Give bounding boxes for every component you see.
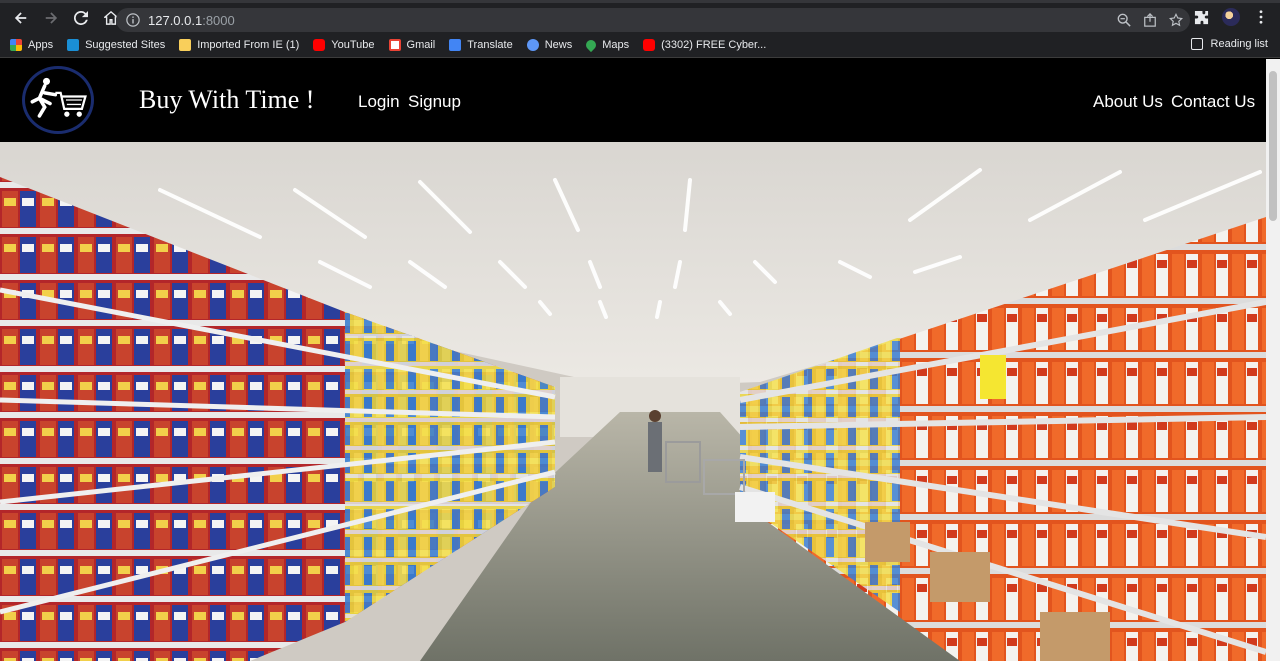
scrollbar-thumb[interactable] <box>1269 71 1277 221</box>
bookmarks-bar: Apps Suggested Sites Imported From IE (1… <box>0 32 1280 58</box>
reading-list-icon <box>1190 38 1203 50</box>
bookmark-free-cyber[interactable]: (3302) FREE Cyber... <box>643 38 766 51</box>
bookmark-maps[interactable]: Maps <box>584 37 629 52</box>
contact-us-link[interactable]: Contact Us <box>1171 92 1255 112</box>
address-bar[interactable]: 127.0.0.1:8000 <box>116 8 1190 32</box>
bookmark-translate[interactable]: Translate <box>449 38 513 51</box>
url-port: :8000 <box>202 12 235 28</box>
login-link[interactable]: Login <box>358 92 400 112</box>
signup-link[interactable]: Signup <box>408 92 461 112</box>
bookmark-suggested-sites[interactable]: Suggested Sites <box>67 38 165 51</box>
translate-icon <box>449 38 462 51</box>
menu-kebab-icon[interactable] <box>1250 6 1272 28</box>
forward-icon[interactable] <box>38 5 64 31</box>
profile-avatar[interactable] <box>1220 6 1242 28</box>
bing-icon <box>67 38 80 51</box>
shop-logo-icon[interactable] <box>22 66 94 134</box>
folder-icon <box>179 38 192 51</box>
bookmark-youtube[interactable]: YouTube <box>313 38 375 51</box>
supermarket-hero-image <box>0 142 1266 661</box>
youtube-icon <box>313 38 326 51</box>
url-host: 127.0.0.1 <box>148 12 203 28</box>
news-icon <box>526 38 539 51</box>
gmail-icon <box>388 38 401 51</box>
bookmark-gmail[interactable]: Gmail <box>388 38 435 51</box>
apps-grid-icon <box>10 38 22 51</box>
web-page: Buy With Time ! Login Signup About Us Co… <box>0 59 1266 661</box>
browser-toolbar: 127.0.0.1:8000 <box>0 0 1280 32</box>
page-scrollbar[interactable] <box>1266 59 1280 661</box>
zoom-icon[interactable] <box>1116 12 1132 28</box>
bookmark-apps[interactable]: Apps <box>10 38 53 51</box>
maps-pin-icon <box>584 37 599 52</box>
brand-title[interactable]: Buy With Time ! <box>139 85 314 115</box>
extensions-icon[interactable] <box>1190 6 1212 28</box>
about-us-link[interactable]: About Us <box>1093 92 1163 112</box>
back-icon[interactable] <box>8 5 34 31</box>
bookmark-star-icon[interactable] <box>1168 12 1184 28</box>
bookmark-imported-from-ie[interactable]: Imported From IE (1) <box>179 38 299 51</box>
youtube-icon <box>643 38 656 51</box>
bookmark-news[interactable]: News <box>526 38 572 51</box>
reading-list-button[interactable]: Reading list <box>1190 38 1268 50</box>
info-icon[interactable] <box>126 13 140 27</box>
share-icon[interactable] <box>1142 12 1158 28</box>
site-navbar: Buy With Time ! Login Signup About Us Co… <box>0 59 1266 142</box>
reload-icon[interactable] <box>68 5 94 31</box>
